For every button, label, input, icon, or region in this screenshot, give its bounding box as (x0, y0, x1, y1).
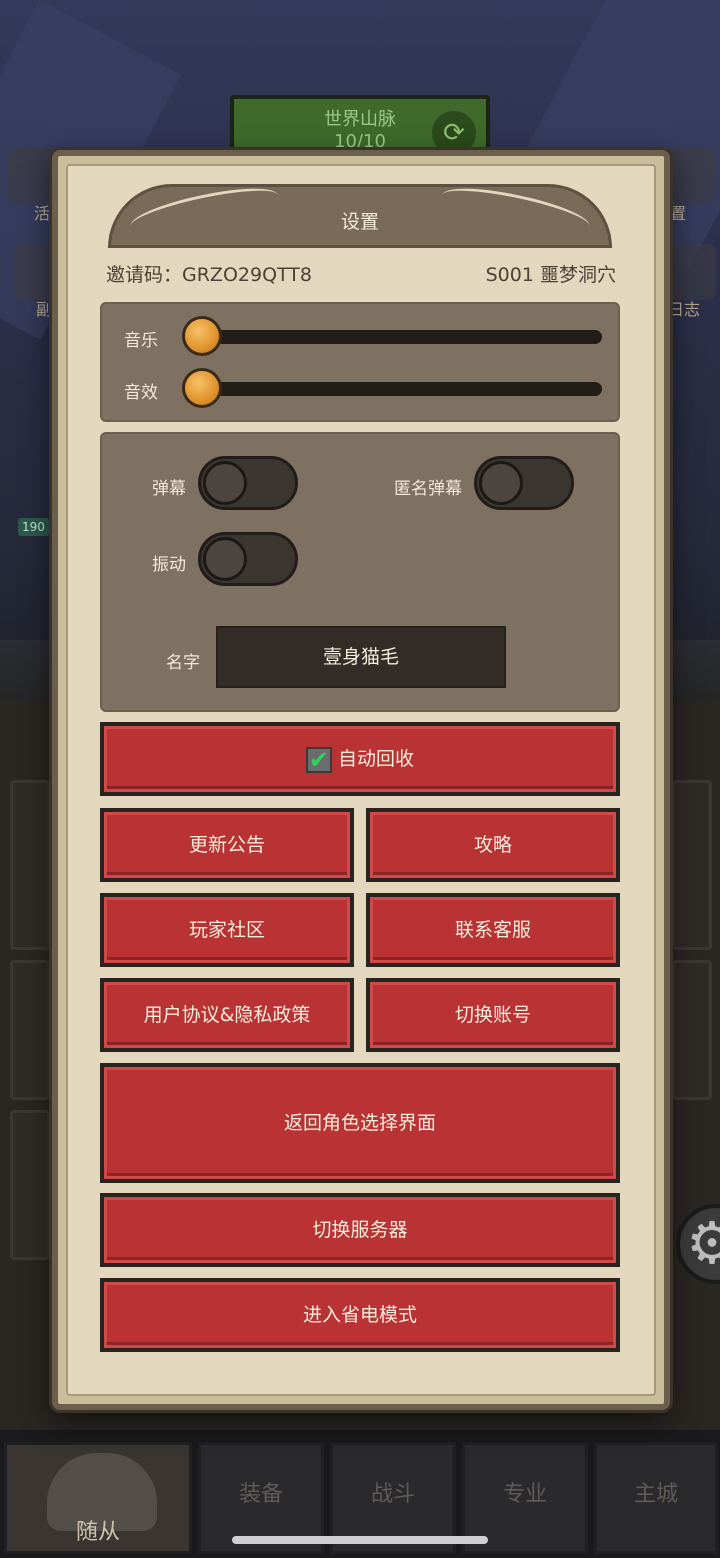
vibration-label: 振动 (152, 555, 186, 575)
name-label: 名字 (166, 653, 200, 673)
community-button[interactable]: 玩家社区 (100, 893, 354, 967)
account-info-row: 邀请码：GRZO29QTT8 S001 噩梦洞穴 (106, 260, 616, 290)
name-field[interactable]: 壹身猫毛 (216, 626, 506, 688)
switch-account-button[interactable]: 切换账号 (366, 978, 620, 1052)
guide-button[interactable]: 攻略 (366, 808, 620, 882)
dialog-title: 设置 (340, 211, 379, 233)
auto-recycle-button[interactable]: ✔ 自动回收 (100, 722, 620, 796)
back-to-role-select-button[interactable]: 返回角色选择界面 (100, 1063, 620, 1183)
contact-service-button[interactable]: 联系客服 (366, 893, 620, 967)
side-label-dungeon: 副 (36, 300, 53, 319)
background-slot (10, 1110, 50, 1260)
sfx-slider[interactable] (184, 382, 602, 396)
tab-main-city[interactable]: 主城 (594, 1442, 718, 1554)
toggle-knob (479, 461, 523, 505)
home-indicator[interactable] (232, 1536, 488, 1544)
update-notice-button[interactable]: 更新公告 (100, 808, 354, 882)
sfx-label: 音效 (124, 383, 158, 403)
auto-recycle-label: 自动回收 (337, 748, 414, 770)
settings-dialog: 设置 邀请码：GRZO29QTT8 S001 噩梦洞穴 音乐 音效 弹幕 匿名弹… (52, 150, 670, 1410)
audio-panel: 音乐 音效 (100, 302, 620, 422)
anon-barrage-label: 匿名弹幕 (394, 479, 462, 499)
toggle-knob (203, 537, 247, 581)
barrage-toggle[interactable] (198, 456, 298, 510)
hp-badge: 190 (18, 518, 49, 536)
background-slot (672, 960, 712, 1100)
invite-code: 邀请码：GRZO29QTT8 (106, 264, 312, 286)
music-label: 音乐 (124, 331, 158, 351)
switch-server-button[interactable]: 切换服务器 (100, 1193, 620, 1267)
options-panel: 弹幕 匿名弹幕 振动 名字 壹身猫毛 (100, 432, 620, 712)
tab-followers[interactable]: 随从 (4, 1442, 192, 1554)
toggle-knob (203, 461, 247, 505)
barrage-label: 弹幕 (152, 479, 186, 499)
checkmark-icon[interactable]: ✔ (305, 746, 332, 773)
dialog-title-bar: 设置 (108, 184, 612, 248)
side-label-settings: 置 (670, 204, 687, 223)
background-slot (10, 780, 50, 950)
agreement-button[interactable]: 用户协议&隐私政策 (100, 978, 354, 1052)
power-saving-button[interactable]: 进入省电模式 (100, 1278, 620, 1352)
music-slider[interactable] (184, 330, 602, 344)
tab-label: 随从 (75, 1520, 120, 1545)
side-label-activity: 活 (34, 204, 51, 223)
background-slot (10, 960, 50, 1100)
sfx-slider-handle[interactable] (182, 368, 222, 408)
side-label-log: 日志 (668, 300, 701, 319)
music-slider-handle[interactable] (182, 316, 222, 356)
anon-barrage-toggle[interactable] (474, 456, 574, 510)
vibration-toggle[interactable] (198, 532, 298, 586)
refresh-icon[interactable]: ⟳ (432, 111, 476, 155)
server-name: S001 噩梦洞穴 (485, 264, 616, 286)
background-slot (672, 780, 712, 950)
